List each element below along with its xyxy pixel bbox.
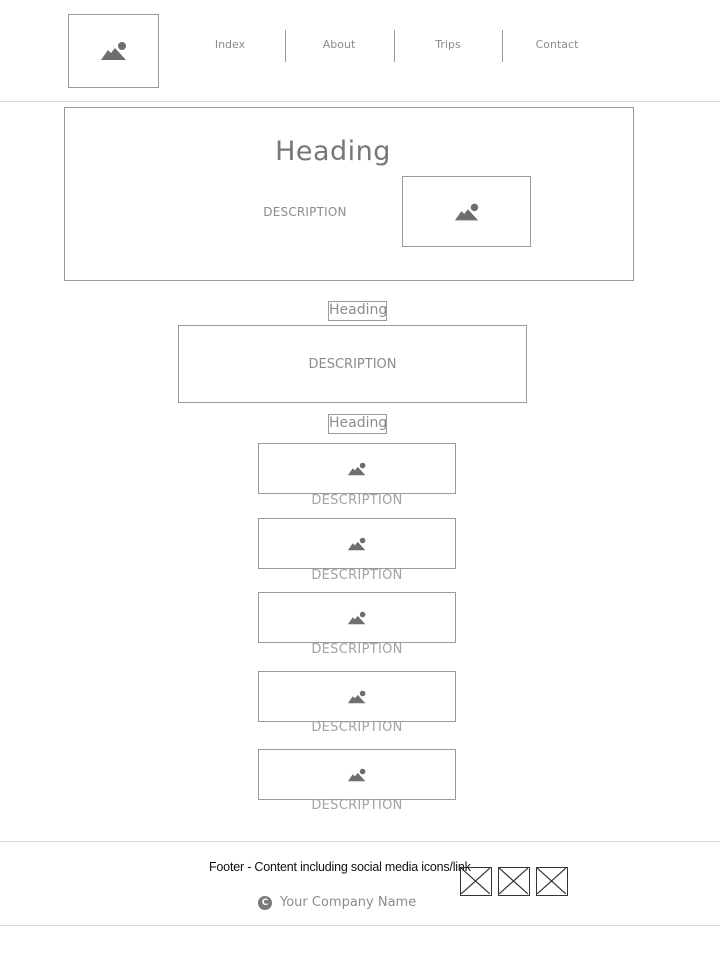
nav-link-about[interactable]: About: [289, 38, 389, 51]
company-name: Your Company Name: [280, 895, 417, 910]
image-placeholder-icon: [347, 611, 366, 624]
section-heading: Heading: [328, 301, 387, 321]
hero-section: Heading DESCRIPTION: [64, 107, 634, 281]
nav-divider: [394, 30, 395, 62]
image-placeholder-icon: [100, 42, 126, 60]
social-media-icon[interactable]: [498, 867, 530, 896]
footer-bottom-divider: [0, 925, 720, 926]
nav-link-trips[interactable]: Trips: [398, 38, 498, 51]
card-description: DESCRIPTION: [311, 720, 403, 735]
image-placeholder-icon: [347, 690, 366, 703]
image-placeholder-icon: [347, 462, 366, 475]
hero-heading: Heading: [275, 136, 391, 167]
card-image[interactable]: [258, 671, 456, 722]
nav-link-contact[interactable]: Contact: [507, 38, 607, 51]
section-heading: Heading: [328, 414, 387, 434]
hero-description: DESCRIPTION: [263, 205, 347, 219]
card-description: DESCRIPTION: [311, 568, 403, 583]
image-placeholder-icon: [454, 203, 478, 220]
description-text: DESCRIPTION: [308, 357, 397, 372]
image-placeholder-icon: [347, 537, 366, 550]
logo-placeholder[interactable]: [68, 14, 159, 88]
placeholder-cross-icon: [461, 868, 490, 894]
card-description: DESCRIPTION: [311, 642, 403, 657]
card-image[interactable]: [258, 518, 456, 569]
copyright-icon: C: [258, 896, 272, 910]
card-description: DESCRIPTION: [311, 798, 403, 813]
nav-divider: [502, 30, 503, 62]
nav-divider: [285, 30, 286, 62]
card-image[interactable]: [258, 443, 456, 494]
placeholder-cross-icon: [499, 868, 528, 894]
social-media-icon[interactable]: [536, 867, 568, 896]
footer-text: Footer - Content including social media …: [209, 860, 471, 874]
social-media-icon[interactable]: [460, 867, 492, 896]
header-divider: [0, 101, 720, 102]
image-placeholder-icon: [347, 768, 366, 781]
card-image[interactable]: [258, 592, 456, 643]
footer-divider: [0, 841, 720, 842]
hero-image: [402, 176, 531, 247]
description-box: DESCRIPTION: [178, 325, 527, 403]
placeholder-cross-icon: [537, 868, 566, 894]
card-image[interactable]: [258, 749, 456, 800]
card-description: DESCRIPTION: [311, 493, 403, 508]
nav-link-index[interactable]: Index: [180, 38, 280, 51]
